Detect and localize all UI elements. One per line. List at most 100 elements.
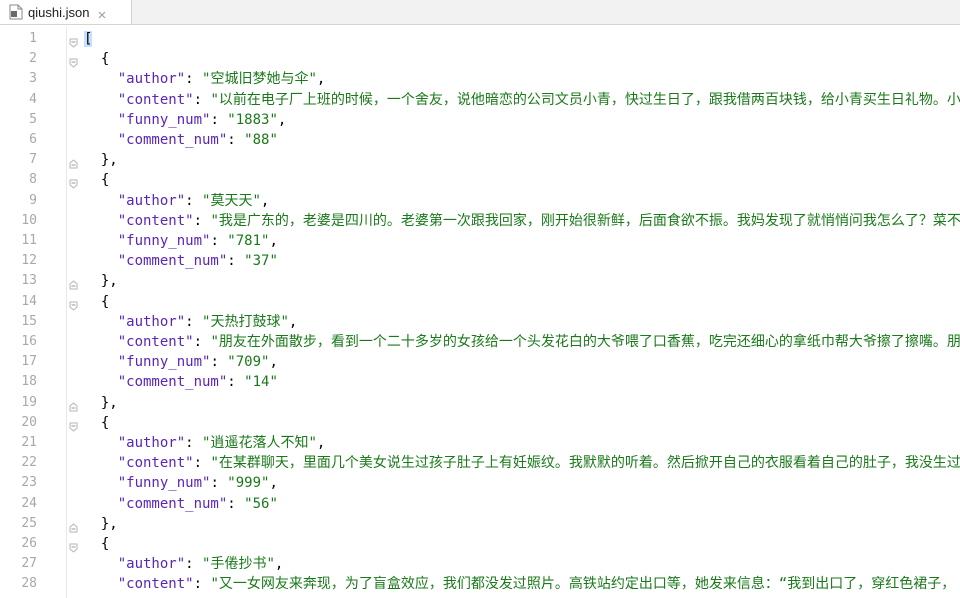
code-text: { xyxy=(100,51,110,68)
json-value: "37" xyxy=(244,253,278,270)
line-number: 24 xyxy=(21,495,37,511)
code-text: "author": "手倦抄书", xyxy=(117,556,284,573)
code-line[interactable]: 10 "content": "我是广东的，老婆是四川的。老婆第一次跟我回家，刚开… xyxy=(0,211,960,231)
json-key: "author" xyxy=(117,313,186,330)
code-text: "funny_num": "781", xyxy=(117,233,278,249)
code-line[interactable]: 4 "content": "以前在电子厂上班的时候，一个舍友，说他暗恋的公司文员… xyxy=(0,90,960,110)
close-icon[interactable] xyxy=(96,6,108,19)
code-line[interactable]: 7 }, xyxy=(0,150,960,170)
code-line[interactable]: 17 "funny_num": "709", xyxy=(0,352,960,372)
code-line[interactable]: 12 "comment_num": "37" xyxy=(0,251,960,271)
code-line[interactable]: 18 "comment_num": "14" xyxy=(0,372,960,392)
fold-marker-icon[interactable] xyxy=(69,175,78,190)
editor-tab-bar: qiushi.json xyxy=(0,0,960,25)
fold-marker-icon[interactable] xyxy=(69,155,78,169)
line-number: 10 xyxy=(21,212,37,228)
fold-marker-icon[interactable] xyxy=(69,539,78,553)
json-key: "content" xyxy=(117,455,194,472)
json-value: "999" xyxy=(227,475,270,492)
code-line[interactable]: 15 "author": "天热打鼓球", xyxy=(0,312,960,332)
code-line[interactable]: 14 { xyxy=(0,292,960,312)
line-number: 22 xyxy=(21,455,37,471)
line-number: 28 xyxy=(21,576,37,592)
line-number: 21 xyxy=(21,435,37,450)
json-key: "funny_num" xyxy=(117,475,211,492)
code-text: [ xyxy=(84,31,93,47)
code-line[interactable]: 19 }, xyxy=(0,393,960,413)
code-line[interactable]: 27 "author": "手倦抄书", xyxy=(0,554,960,574)
code-line[interactable]: 24 "comment_num": "56" xyxy=(0,494,960,514)
line-number: 9 xyxy=(29,192,37,208)
code-line[interactable]: 1[ xyxy=(0,29,960,49)
fold-marker-icon[interactable] xyxy=(69,297,78,311)
json-key: "author" xyxy=(117,192,186,209)
line-number: 18 xyxy=(21,374,37,390)
code-text: }, xyxy=(100,394,118,411)
code-text: "funny_num": "999", xyxy=(117,475,278,492)
code-text: { xyxy=(100,536,110,552)
fold-marker-icon[interactable] xyxy=(69,519,78,533)
code-text: "content": "我是广东的，老婆是四川的。老婆第一次跟我回家，刚开始很新… xyxy=(117,212,960,229)
code-line[interactable]: 3 "author": "空城旧梦她与伞", xyxy=(0,69,960,89)
fold-marker-icon[interactable] xyxy=(69,34,78,48)
code-line[interactable]: 21 "author": "逍遥花落人不知", xyxy=(0,433,960,453)
line-number: 16 xyxy=(21,334,37,349)
code-editor[interactable]: 1[2 {3 "author": "空城旧梦她与伞", 4 "content": … xyxy=(0,27,960,598)
line-number: 3 xyxy=(29,71,37,87)
fold-marker-icon[interactable] xyxy=(69,54,78,68)
code-line[interactable]: 22 "content": "在某群聊天，里面几个美女说生过孩子肚子上有妊娠纹。… xyxy=(0,453,960,473)
json-value: "以前在电子厂上班的时候，一个舍友，说他暗恋的公司文员小青，快过生日了，跟我借两… xyxy=(210,91,960,108)
json-value: "逍遥花落人不知" xyxy=(202,435,317,451)
line-number: 5 xyxy=(29,111,37,127)
code-line[interactable]: 16 "content": "朋友在外面散步，看到一个二十多岁的女孩给一个头发花… xyxy=(0,332,960,352)
line-number: 23 xyxy=(21,475,37,491)
code-line[interactable]: 23 "funny_num": "999", xyxy=(0,473,960,493)
json-value: "莫天天" xyxy=(202,192,261,209)
json-value: "56" xyxy=(244,495,278,512)
code-line[interactable]: 9 "author": "莫天天", xyxy=(0,191,960,211)
code-text: "comment_num": "88" xyxy=(117,132,278,148)
code-line[interactable]: 11 "funny_num": "781", xyxy=(0,231,960,251)
code-line[interactable]: 13 }, xyxy=(0,271,960,291)
code-line[interactable]: 8 { xyxy=(0,170,960,190)
json-value: "在某群聊天，里面几个美女说生过孩子肚子上有妊娠纹。我默默的听着。然后掀开自己的… xyxy=(210,455,960,472)
json-value: "又一女网友来奔现，为了盲盒效应，我们都没发过照片。高铁站约定出口等，她发来信息… xyxy=(210,576,956,593)
code-line[interactable]: 28 "content": "又一女网友来奔现，为了盲盒效应，我们都没发过照片。… xyxy=(0,574,960,594)
code-text: "content": "以前在电子厂上班的时候，一个舍友，说他暗恋的公司文员小青… xyxy=(117,91,960,108)
fold-marker-icon[interactable] xyxy=(69,398,78,412)
line-number: 7 xyxy=(29,152,37,168)
fold-marker-icon[interactable] xyxy=(69,418,78,432)
json-value: "天热打鼓球" xyxy=(202,313,289,330)
code-line[interactable]: 2 { xyxy=(0,49,960,69)
line-number: 27 xyxy=(21,556,37,572)
json-key: "comment_num" xyxy=(117,253,228,270)
line-number: 25 xyxy=(21,515,37,531)
json-file-icon xyxy=(9,4,23,20)
line-number: 4 xyxy=(29,91,37,107)
json-key: "author" xyxy=(117,435,186,451)
json-key: "content" xyxy=(117,576,194,593)
code-text: "comment_num": "14" xyxy=(117,374,278,391)
line-number: 13 xyxy=(21,273,37,289)
json-key: "content" xyxy=(117,212,194,229)
code-line[interactable]: 26 { xyxy=(0,534,960,554)
json-key: "comment_num" xyxy=(117,495,228,512)
code-text: { xyxy=(100,293,110,310)
line-number: 19 xyxy=(21,394,37,410)
json-value: "空城旧梦她与伞" xyxy=(202,71,317,88)
code-line[interactable]: 25 }, xyxy=(0,514,960,534)
json-value: "88" xyxy=(244,132,278,148)
json-key: "author" xyxy=(117,71,186,88)
line-number: 26 xyxy=(21,536,37,551)
tab-qiushi-json[interactable]: qiushi.json xyxy=(0,0,132,24)
fold-marker-icon[interactable] xyxy=(69,276,78,290)
code-line[interactable]: 5 "funny_num": "1883", xyxy=(0,110,960,130)
code-line[interactable]: 20 { xyxy=(0,413,960,433)
line-number: 17 xyxy=(21,354,37,370)
code-line[interactable]: 6 "comment_num": "88" xyxy=(0,130,960,150)
code-text: "author": "天热打鼓球", xyxy=(117,313,298,330)
code-text: "content": "又一女网友来奔现，为了盲盒效应，我们都没发过照片。高铁站… xyxy=(117,576,956,593)
json-value: "781" xyxy=(227,233,270,249)
code-text: "author": "莫天天", xyxy=(117,192,270,209)
line-number: 11 xyxy=(21,233,37,248)
